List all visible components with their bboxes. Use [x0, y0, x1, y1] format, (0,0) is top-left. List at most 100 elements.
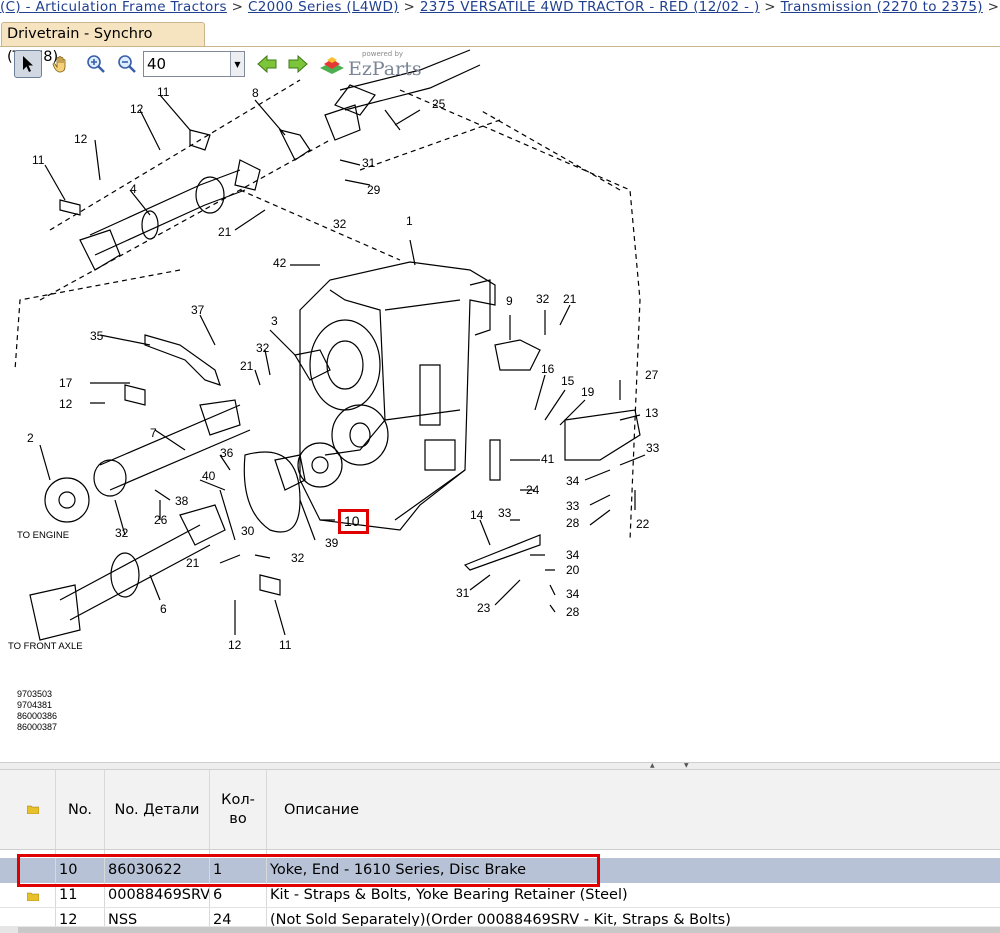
svg-text:37: 37 — [191, 303, 205, 317]
pane-splitter[interactable]: ▲ ▼ — [0, 762, 1000, 770]
ezparts-logo: powered by EzParts — [318, 50, 428, 80]
svg-text:31: 31 — [362, 156, 376, 170]
chevron-down-icon[interactable]: ▼ — [230, 52, 244, 76]
scrollbar-thumb[interactable] — [18, 927, 1000, 933]
svg-text:14: 14 — [470, 508, 484, 522]
svg-text:28: 28 — [566, 605, 580, 619]
breadcrumb-separator: > — [764, 0, 776, 15]
svg-text:12: 12 — [228, 638, 242, 652]
svg-text:28: 28 — [566, 516, 580, 530]
svg-text:36: 36 — [220, 446, 234, 460]
svg-text:21: 21 — [240, 359, 254, 373]
viewer-toolbar: ▼ — [0, 48, 320, 80]
brand-name: EzParts — [348, 58, 422, 80]
svg-text:2: 2 — [27, 431, 34, 445]
svg-text:33: 33 — [498, 506, 512, 520]
svg-text:21: 21 — [563, 292, 577, 306]
svg-text:40: 40 — [202, 469, 216, 483]
svg-text:27: 27 — [645, 368, 659, 382]
collapse-down-icon[interactable]: ▼ — [684, 762, 689, 769]
svg-text:21: 21 — [186, 556, 200, 570]
reference-number: 9704381 — [17, 700, 52, 710]
svg-text:22: 22 — [636, 517, 650, 531]
svg-text:32: 32 — [291, 551, 305, 565]
selected-row-highlight — [17, 854, 600, 887]
svg-text:38: 38 — [175, 494, 189, 508]
svg-text:12: 12 — [74, 132, 88, 146]
breadcrumb-separator: > — [987, 0, 1000, 15]
svg-text:33: 33 — [646, 441, 660, 455]
back-arrow-icon[interactable] — [253, 50, 281, 78]
hand-pan-icon[interactable] — [47, 50, 75, 78]
svg-text:34: 34 — [566, 548, 580, 562]
column-header-part-number[interactable]: No. Детали — [105, 770, 210, 849]
svg-text:12: 12 — [59, 397, 73, 411]
svg-text:16: 16 — [541, 362, 555, 376]
reference-number: 86000387 — [17, 722, 57, 732]
svg-text:30: 30 — [241, 524, 255, 538]
zoom-level-input[interactable] — [144, 52, 230, 76]
parts-diagram[interactable]: 111212 1184 2132 1 423537 33221 17127 236… — [0, 48, 1000, 760]
svg-text:19: 19 — [581, 385, 595, 399]
svg-text:32: 32 — [115, 526, 129, 540]
svg-text:35: 35 — [90, 329, 104, 343]
svg-text:32: 32 — [536, 292, 550, 306]
header-icon-cell — [0, 770, 56, 849]
svg-text:17: 17 — [59, 376, 73, 390]
svg-text:12: 12 — [130, 102, 144, 116]
svg-text:26: 26 — [154, 513, 168, 527]
cart-folder-icon — [27, 805, 39, 814]
svg-text:29: 29 — [367, 183, 381, 197]
parts-table: No. No. Детали Кол-во Описание 10 860306… — [0, 770, 1000, 933]
breadcrumb-link-transmission[interactable]: Transmission (2270 to 2375) — [781, 0, 983, 15]
column-header-description[interactable]: Описание — [267, 770, 1000, 849]
svg-text:11: 11 — [32, 153, 45, 167]
breadcrumb-link-series[interactable]: C2000 Series (L4WD) — [248, 0, 399, 15]
svg-text:34: 34 — [566, 587, 580, 601]
svg-text:3: 3 — [271, 314, 278, 328]
label-to-engine: TO ENGINE — [17, 530, 69, 541]
collapse-up-icon[interactable]: ▲ — [650, 762, 655, 769]
svg-text:42: 42 — [273, 256, 287, 270]
breadcrumb-separator: > — [231, 0, 244, 15]
breadcrumb-link-articulation[interactable]: (C) - Articulation Frame Tractors — [0, 0, 227, 15]
svg-text:32: 32 — [256, 341, 270, 355]
svg-text:41: 41 — [541, 452, 555, 466]
zoom-in-icon[interactable] — [82, 50, 110, 78]
svg-text:1: 1 — [406, 214, 413, 228]
forward-arrow-icon[interactable] — [284, 50, 312, 78]
svg-text:7: 7 — [150, 426, 157, 440]
label-to-front-axle: TO FRONT AXLE — [8, 641, 83, 652]
breadcrumb-link-model[interactable]: 2375 VERSATILE 4WD TRACTOR - RED (12/02 … — [420, 0, 760, 15]
tab-divider — [0, 46, 1000, 47]
pointer-arrow-icon[interactable] — [14, 50, 42, 78]
zoom-out-icon[interactable] — [113, 50, 141, 78]
svg-text:32: 32 — [333, 217, 347, 231]
add-to-cart-icon[interactable] — [27, 891, 39, 901]
horizontal-scrollbar[interactable] — [0, 926, 1000, 933]
powered-by-label: powered by — [362, 50, 404, 58]
column-header-quantity-label: Кол-во — [221, 791, 255, 827]
zoom-level-select[interactable]: ▼ — [143, 51, 245, 77]
tab-drivetrain-synchro[interactable]: Drivetrain - Synchro (TM78) — [1, 22, 205, 65]
svg-text:20: 20 — [566, 563, 580, 577]
svg-text:8: 8 — [252, 86, 259, 100]
column-header-no[interactable]: No. — [56, 770, 105, 849]
svg-text:25: 25 — [432, 97, 446, 111]
table-header: No. No. Детали Кол-во Описание — [0, 770, 1000, 850]
svg-text:11: 11 — [157, 85, 170, 99]
svg-text:11: 11 — [279, 638, 292, 652]
svg-text:33: 33 — [566, 499, 580, 513]
reference-number: 9703503 — [17, 689, 52, 699]
svg-text:6: 6 — [160, 602, 167, 616]
svg-text:24: 24 — [526, 483, 540, 497]
selected-callout-label[interactable]: 10 — [344, 513, 360, 529]
svg-text:23: 23 — [477, 601, 491, 615]
ezparts-logo-icon — [320, 57, 344, 74]
column-header-quantity[interactable]: Кол-во — [210, 770, 267, 849]
svg-text:34: 34 — [566, 474, 580, 488]
svg-text:39: 39 — [325, 536, 339, 550]
reference-number: 86000386 — [17, 711, 57, 721]
breadcrumb-separator: > — [403, 0, 416, 15]
svg-text:21: 21 — [218, 225, 232, 239]
